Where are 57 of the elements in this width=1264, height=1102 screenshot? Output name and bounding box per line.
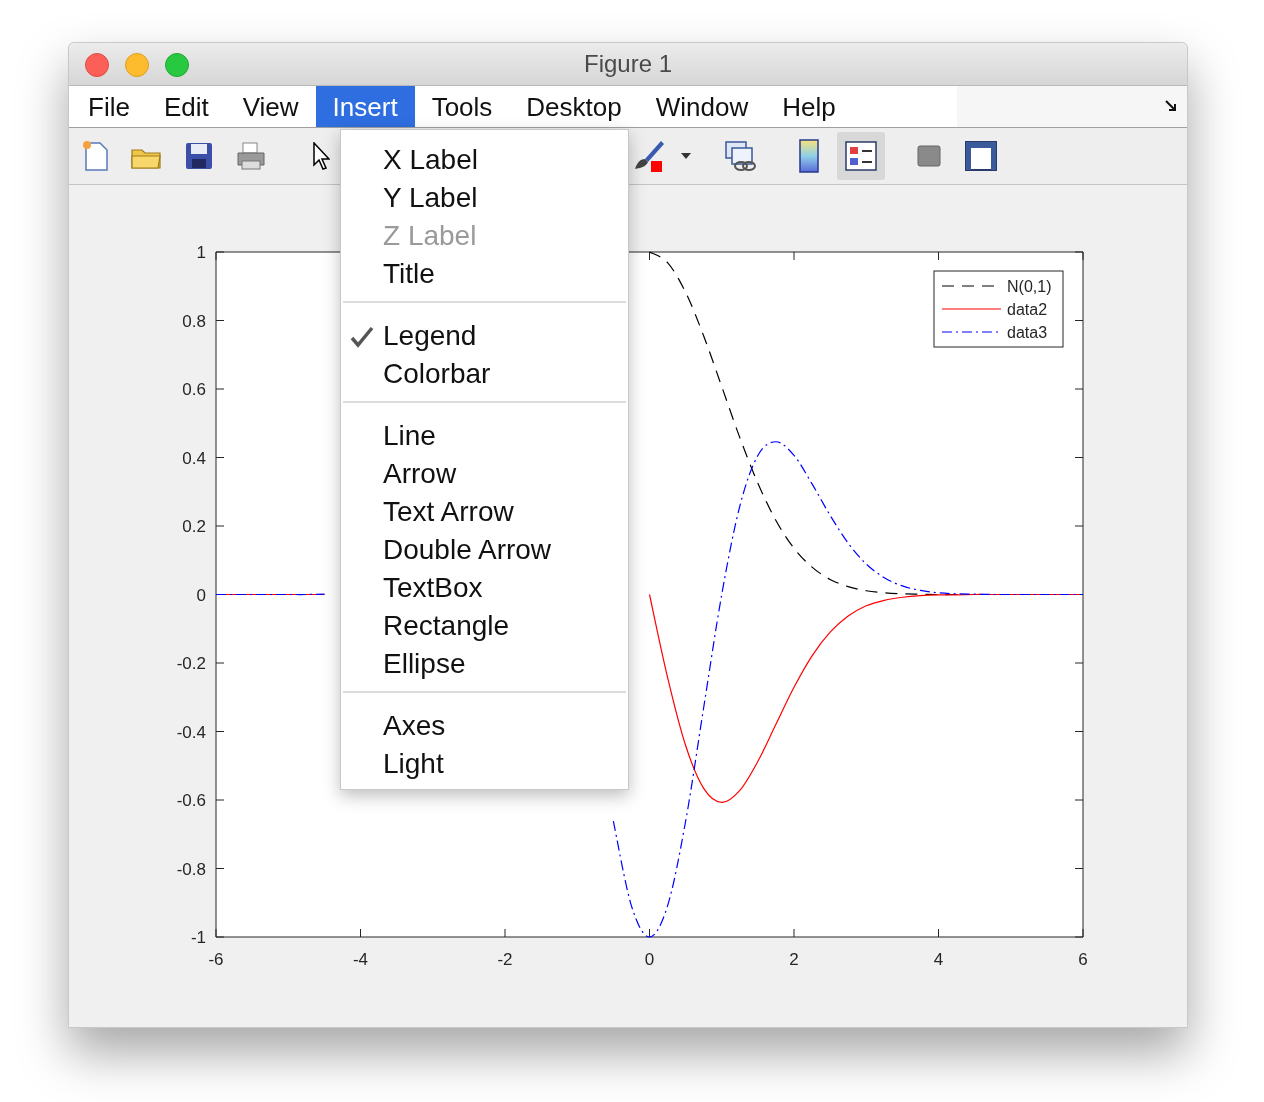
legend-label: data3 [1007,324,1048,341]
y-tick-label: 0.6 [182,380,206,399]
y-tick-label: 0 [196,585,206,605]
menu-option[interactable]: Axes [341,707,628,745]
menu-option[interactable]: Legend [341,317,628,355]
menu-item[interactable]: Insert [315,86,415,127]
caret-icon [681,153,691,159]
x-tick-label: -6 [208,950,224,969]
menu-item[interactable]: Tools [414,86,510,127]
linked-windows-icon [724,139,758,173]
y-tick-label: 0.2 [182,517,206,536]
menu-option[interactable]: Light [341,745,628,783]
x-tick-label: 0 [644,950,655,969]
legend-line-sample [941,308,1002,310]
new-file-icon [81,140,111,172]
x-tick-label: 6 [1078,950,1088,969]
menu-option[interactable]: TextBox [341,569,628,607]
y-tick-label: 0.8 [182,311,206,331]
menu-item[interactable]: View [225,86,316,127]
pointer-icon [312,142,330,170]
rounded-square-icon [917,145,941,167]
menu-option[interactable]: Ellipse [341,645,628,683]
menu-item[interactable]: Desktop [509,86,639,127]
menu-item[interactable]: Window [638,86,766,127]
window-panels-icon [965,141,997,171]
menu-option[interactable]: Line [341,417,628,455]
menu-option[interactable]: X Label [341,141,628,179]
y-tick-label: 1 [196,243,206,262]
dock-arrow-icon[interactable] [1165,100,1177,112]
close-button[interactable] [85,53,109,77]
menu-option[interactable]: Title [341,255,628,293]
menu-option[interactable]: Rectangle [341,607,628,645]
x-tick-label: 4 [933,950,944,969]
menu-option[interactable]: Arrow [341,455,628,493]
menu-option[interactable]: Text Arrow [341,493,628,531]
window-title: Figure 1 [583,49,672,79]
legend-icon [845,141,877,171]
y-tick-label: -0.2 [176,654,206,673]
menu-option[interactable]: Double Arrow [341,531,628,569]
menu-item[interactable]: Help [765,86,853,127]
y-tick-label: -0.4 [176,722,206,742]
printer-icon [235,141,267,171]
y-tick-label: -0.6 [176,791,206,810]
menu-option[interactable]: Y Label [341,179,628,217]
x-tick-label: -2 [497,950,513,969]
menu-option[interactable]: Colorbar [341,355,628,393]
x-tick-label: 2 [789,950,799,969]
toolbar-button[interactable] [837,132,885,180]
colorbar-icon [798,139,820,173]
legend-label: data2 [1007,301,1048,318]
legend-label: N(0,1) [1007,278,1052,295]
y-tick-label: -1 [190,928,206,947]
x-tick-label: -4 [352,950,369,969]
menu-item[interactable]: File [71,86,147,127]
menu-item[interactable]: Edit [146,86,226,127]
y-tick-label: 0.4 [182,448,206,468]
y-tick-label: -0.8 [176,859,206,879]
